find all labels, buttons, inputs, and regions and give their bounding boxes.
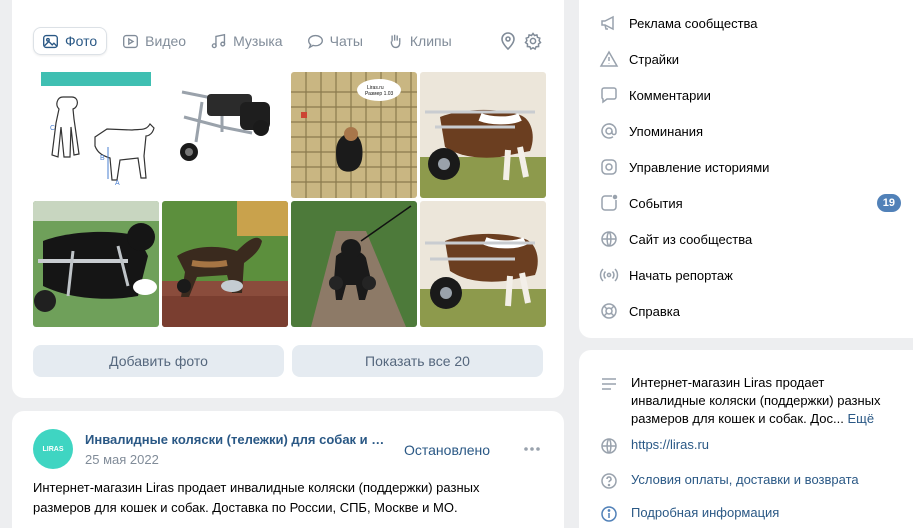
svg-text:A: A	[115, 180, 120, 187]
menu-item-label: Справка	[629, 303, 680, 319]
photos-card: Фото Видео Музыка Чаты Клипы C B A Liras…	[12, 0, 564, 398]
menu-item-label: Упоминания	[629, 123, 704, 139]
stories-icon	[599, 157, 619, 177]
megaphone-icon	[599, 13, 619, 33]
menu-item-label: Управление историями	[629, 159, 770, 175]
tab-label: Видео	[145, 33, 187, 49]
photo-dog-on-path[interactable]	[291, 201, 417, 327]
photo-wheelchair-product[interactable]	[162, 72, 288, 198]
question-icon	[599, 471, 619, 491]
tab-clips[interactable]: Клипы	[379, 27, 461, 55]
community-menu: Реклама сообщества Страйки Комментарии У…	[579, 0, 913, 338]
menu-item-events[interactable]: События 19	[599, 185, 913, 221]
clips-icon	[387, 33, 404, 50]
menu-item-site[interactable]: Сайт из сообщества	[599, 221, 913, 257]
tab-label: Фото	[65, 33, 98, 49]
menu-item-mentions[interactable]: Упоминания	[599, 113, 913, 149]
tab-label: Музыка	[233, 33, 283, 49]
photo-bulldog[interactable]	[420, 72, 546, 198]
photo-black-dog[interactable]	[33, 201, 159, 327]
description-text: Интернет-магазин Liras продает инвалидны…	[631, 375, 881, 426]
photo-size-chart[interactable]: C B A	[33, 72, 159, 198]
svg-text:Размер 1.03: Размер 1.03	[365, 91, 394, 97]
menu-item-ads[interactable]: Реклама сообщества	[599, 5, 913, 41]
settings-icon[interactable]	[523, 31, 543, 51]
menu-item-strikes[interactable]: Страйки	[599, 41, 913, 77]
events-icon	[599, 193, 619, 213]
info-website: https://liras.ru	[599, 436, 913, 456]
avatar-text: LIRAS	[42, 445, 64, 453]
avatar[interactable]: LIRAS	[33, 429, 73, 469]
mention-icon	[599, 121, 619, 141]
tab-music[interactable]: Музыка	[202, 27, 292, 55]
post-status-button[interactable]: Остановлено	[404, 442, 490, 458]
post-card: LIRAS Инвалидные коляски (тележки) для с…	[12, 411, 564, 528]
events-count-badge: 19	[876, 194, 901, 212]
photo-grid: C B A Liras.ru Размер 1.03	[33, 72, 546, 327]
tab-photo[interactable]: Фото	[33, 27, 108, 55]
menu-item-label: Реклама сообщества	[629, 15, 758, 31]
details-link[interactable]: Подробная информация	[631, 504, 779, 524]
help-icon	[599, 301, 619, 321]
info-details: Подробная информация	[599, 504, 913, 524]
menu-item-stories[interactable]: Управление историями	[599, 149, 913, 185]
video-icon	[122, 33, 139, 50]
music-icon	[210, 33, 227, 50]
tab-label: Клипы	[409, 33, 452, 49]
post-author[interactable]: Инвалидные коляски (тележки) для собак и…	[85, 432, 385, 447]
warning-icon	[599, 49, 619, 69]
photo-bulldog-2[interactable]	[420, 201, 546, 327]
add-photo-button[interactable]: Добавить фото	[33, 345, 284, 377]
comment-icon	[599, 85, 619, 105]
photo-dog-in-cart[interactable]: Liras.ru Размер 1.03	[291, 72, 417, 198]
globe-icon	[599, 436, 619, 456]
menu-item-broadcast[interactable]: Начать репортаж	[599, 257, 913, 293]
show-all-photos-button[interactable]: Показать все 20	[292, 345, 543, 377]
menu-item-label: Страйки	[629, 51, 680, 67]
community-info: Интернет-магазин Liras продает инвалидны…	[579, 350, 913, 528]
tab-label: Чаты	[329, 33, 363, 49]
menu-item-label: Комментарии	[629, 87, 711, 103]
tab-video[interactable]: Видео	[114, 27, 195, 55]
photo-icon	[42, 33, 59, 50]
post-text: Интернет-магазин Liras продает инвалидны…	[33, 480, 480, 515]
menu-item-help[interactable]: Справка	[599, 293, 913, 329]
menu-item-label: Сайт из сообщества	[629, 231, 753, 247]
broadcast-icon	[599, 265, 619, 285]
post-date[interactable]: 25 мая 2022	[85, 452, 159, 467]
website-link[interactable]: https://liras.ru	[631, 436, 709, 456]
globe-icon	[599, 229, 619, 249]
info-description: Интернет-магазин Liras продает инвалидны…	[599, 374, 913, 428]
menu-item-label: Начать репортаж	[629, 267, 733, 283]
svg-text:B: B	[100, 155, 105, 162]
show-more-link[interactable]: Ещё	[847, 411, 874, 426]
media-tabs: Фото Видео Музыка Чаты Клипы	[33, 27, 468, 55]
menu-item-comments[interactable]: Комментарии	[599, 77, 913, 113]
description-icon	[599, 374, 619, 394]
terms-link[interactable]: Условия оплаты, доставки и возврата	[631, 471, 859, 491]
more-icon[interactable]	[522, 439, 542, 459]
menu-item-label: События	[629, 195, 683, 211]
photo-shepherd[interactable]	[162, 201, 288, 327]
svg-text:C: C	[50, 125, 55, 132]
description-text-wrap: Интернет-магазин Liras продает инвалидны…	[631, 374, 891, 428]
info-icon	[599, 504, 619, 524]
info-terms: Условия оплаты, доставки и возврата	[599, 471, 913, 491]
tab-chats[interactable]: Чаты	[299, 27, 372, 55]
location-icon[interactable]	[498, 31, 518, 51]
chats-icon	[307, 33, 324, 50]
